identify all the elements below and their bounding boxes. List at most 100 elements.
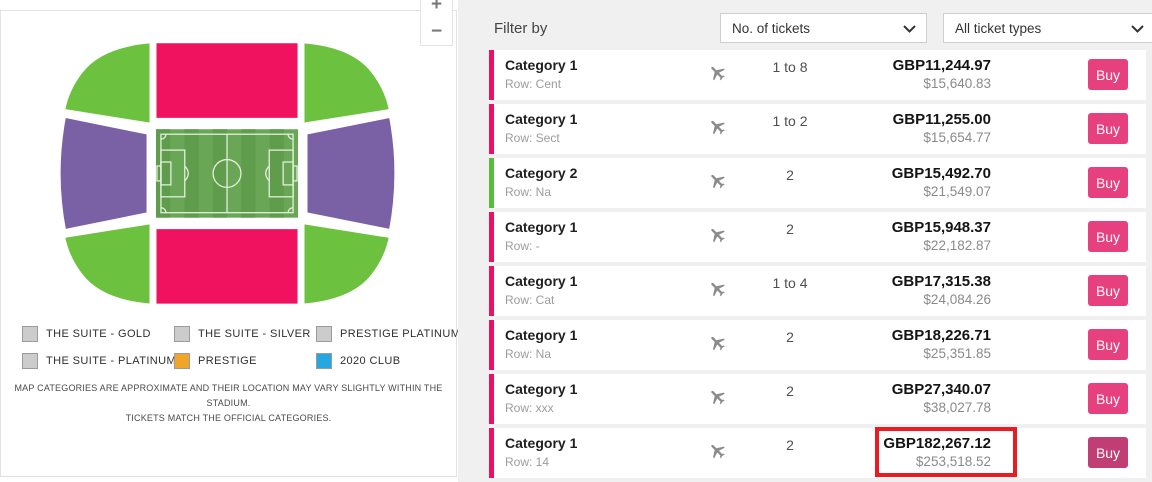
ticket-listing-row: Category 1 Row: Na 2 GBP18,226.71 $25,35… <box>489 320 1146 370</box>
legend-item: THE SUITE - SILVER <box>174 325 316 342</box>
number-of-tickets-value: No. of tickets <box>732 21 810 36</box>
ticket-listing-row: Category 1 Row: 14 2 GBP182,267.12 $253,… <box>489 428 1146 478</box>
airplane-icon <box>708 63 727 82</box>
stand-northwest <box>64 42 151 124</box>
map-zoom-control: + − <box>420 0 453 46</box>
airplane-icon <box>708 171 727 190</box>
ticket-listing-row: Category 1 Row: Sect 1 to 2 GBP11,255.00… <box>489 104 1146 154</box>
chevron-down-icon <box>1131 25 1144 33</box>
category-label: Category 2 <box>505 165 577 181</box>
airplane-icon <box>708 441 727 460</box>
legend-item: PRESTIGE PLATINUM <box>316 325 460 342</box>
stadium-map-panel: + − <box>0 10 457 477</box>
category-color-bar <box>489 158 494 208</box>
stand-northeast <box>303 42 390 124</box>
ticket-listing-row: Category 1 Row: xxx 2 GBP27,340.07 $38,0… <box>489 374 1146 424</box>
row-label: Row: 14 <box>505 455 549 469</box>
legend-item: PRESTIGE <box>174 352 316 369</box>
category-label: Category 1 <box>505 327 577 343</box>
buy-button[interactable]: Buy <box>1088 167 1128 198</box>
price-gbp: GBP18,226.71 <box>892 326 991 345</box>
legend-color-swatch <box>316 353 332 369</box>
price-usd: $38,027.78 <box>892 399 991 416</box>
buy-button[interactable]: Buy <box>1088 221 1128 252</box>
price-block: GBP182,267.12 $253,518.52 <box>883 434 991 470</box>
zoom-out-button[interactable]: − <box>421 18 452 45</box>
stand-south <box>155 228 299 305</box>
price-block: GBP17,315.38 $24,084.26 <box>892 272 991 308</box>
category-label: Category 1 <box>505 435 577 451</box>
quantity-label: 2 <box>740 329 840 345</box>
row-label: Row: - <box>505 239 540 253</box>
price-block: GBP11,244.97 $15,640.83 <box>893 56 991 92</box>
quantity-label: 2 <box>740 221 840 237</box>
legend-item: THE SUITE - GOLD <box>22 325 174 342</box>
buy-button[interactable]: Buy <box>1088 329 1128 360</box>
row-label: Row: Sect <box>505 131 560 145</box>
category-label: Category 1 <box>505 381 577 397</box>
category-color-bar <box>489 212 494 262</box>
row-label: Row: xxx <box>505 401 554 415</box>
stand-southeast <box>303 223 390 305</box>
price-gbp: GBP15,948.37 <box>892 218 991 237</box>
ticket-list-panel: Filter by No. of tickets All ticket type… <box>458 0 1152 482</box>
map-legend: THE SUITE - GOLD THE SUITE - SILVER PRES… <box>22 325 460 369</box>
row-label: Row: Na <box>505 185 551 199</box>
airplane-icon <box>708 279 727 298</box>
stadium-map[interactable] <box>1 11 456 321</box>
buy-button[interactable]: Buy <box>1088 113 1128 144</box>
ticket-types-value: All ticket types <box>955 21 1041 36</box>
map-disclaimer: MAP CATEGORIES ARE APPROXIMATE AND THEIR… <box>1 381 456 426</box>
price-gbp: GBP27,340.07 <box>892 380 991 399</box>
price-usd: $21,549.07 <box>892 183 991 200</box>
airplane-icon <box>708 117 727 136</box>
category-color-bar <box>489 50 494 100</box>
row-label: Row: Cent <box>505 77 561 91</box>
category-label: Category 1 <box>505 111 577 127</box>
disclaimer-line-1: MAP CATEGORIES ARE APPROXIMATE AND THEIR… <box>1 381 456 411</box>
buy-button[interactable]: Buy <box>1088 437 1128 468</box>
airplane-icon <box>708 333 727 352</box>
ticket-listings: Category 1 Row: Cent 1 to 8 GBP11,244.97… <box>489 50 1146 482</box>
row-label: Row: Cat <box>505 293 554 307</box>
legend-label: THE SUITE - PLATINUM <box>46 355 176 367</box>
ticket-listing-row: Category 1 Row: Cat 1 to 4 GBP17,315.38 … <box>489 266 1146 316</box>
legend-label: PRESTIGE PLATINUM <box>340 328 460 340</box>
category-color-bar <box>489 104 494 154</box>
buy-button[interactable]: Buy <box>1088 59 1128 90</box>
category-label: Category 1 <box>505 57 577 73</box>
legend-color-swatch <box>174 326 190 342</box>
number-of-tickets-dropdown[interactable]: No. of tickets <box>720 13 927 43</box>
category-color-bar <box>489 320 494 370</box>
buy-button[interactable]: Buy <box>1088 275 1128 306</box>
buy-button[interactable]: Buy <box>1088 383 1128 414</box>
price-block: GBP15,948.37 $22,182.87 <box>892 218 991 254</box>
price-block: GBP18,226.71 $25,351.85 <box>892 326 991 362</box>
quantity-label: 2 <box>740 383 840 399</box>
stand-southwest <box>64 223 151 305</box>
quantity-label: 1 to 8 <box>740 59 840 75</box>
price-block: GBP11,255.00 $15,654.77 <box>893 110 991 146</box>
category-label: Category 1 <box>505 219 577 235</box>
price-usd: $253,518.52 <box>883 453 991 470</box>
legend-label: THE SUITE - GOLD <box>46 328 151 340</box>
row-label: Row: Na <box>505 347 551 361</box>
price-gbp: GBP11,244.97 <box>893 56 991 75</box>
quantity-label: 2 <box>740 437 840 453</box>
category-color-bar <box>489 428 494 478</box>
soccer-pitch <box>149 123 305 223</box>
legend-label: PRESTIGE <box>198 355 257 367</box>
ticket-listing-row: Category 2 Row: Na 2 GBP15,492.70 $21,54… <box>489 158 1146 208</box>
category-color-bar <box>489 266 494 316</box>
stand-north <box>155 42 299 119</box>
stand-east <box>306 116 396 230</box>
ticket-types-dropdown[interactable]: All ticket types <box>943 13 1152 43</box>
price-gbp: GBP182,267.12 <box>883 434 991 453</box>
stand-west <box>59 116 148 230</box>
category-color-bar <box>489 374 494 424</box>
airplane-icon <box>708 225 727 244</box>
ticket-listing-row: Category 1 Row: - 2 GBP15,948.37 $22,182… <box>489 212 1146 262</box>
zoom-in-button[interactable]: + <box>421 0 452 18</box>
legend-color-swatch <box>316 326 332 342</box>
price-gbp: GBP15,492.70 <box>892 164 991 183</box>
